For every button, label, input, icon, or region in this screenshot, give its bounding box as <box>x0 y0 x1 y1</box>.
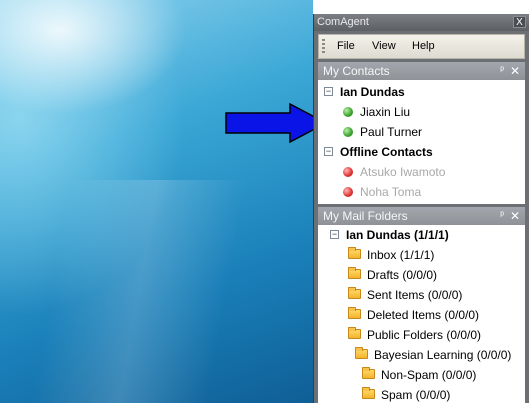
folder-label: Drafts (0/0/0) <box>367 268 438 282</box>
online-status-icon <box>343 127 353 137</box>
toolbar-grip[interactable] <box>322 39 325 54</box>
folder-label: Inbox (1/1/1) <box>367 248 435 262</box>
contact-name: Paul Turner <box>360 125 423 139</box>
menu-file[interactable]: File <box>337 40 355 52</box>
folder-label: Deleted Items (0/0/0) <box>367 308 480 322</box>
menu-bar: File View Help <box>318 34 525 59</box>
menu-view[interactable]: View <box>372 40 396 52</box>
close-mail-panel-icon[interactable]: ✕ <box>510 207 520 225</box>
collapse-icon[interactable]: − <box>324 147 333 156</box>
folder-label: Non-Spam (0/0/0) <box>381 368 477 382</box>
folder-icon <box>348 327 361 339</box>
online-status-icon <box>343 107 353 117</box>
contact-name: Atsuko Iwamoto <box>360 165 446 179</box>
folder-icon <box>348 267 361 279</box>
mail-account-root[interactable]: − Ian Dundas (1/1/1) <box>318 225 525 245</box>
contact-paul-turner[interactable]: Paul Turner <box>318 122 525 142</box>
account-name: Ian Dundas (1/1/1) <box>346 228 449 242</box>
contacts-panel-title: My Contacts <box>323 64 390 78</box>
collapse-icon[interactable]: − <box>324 87 333 96</box>
offline-status-icon <box>343 187 353 197</box>
mail-folders-panel: My Mail Folders ᵖ ✕ − Ian Dundas (1/1/1)… <box>318 207 525 403</box>
close-contacts-panel-icon[interactable]: ✕ <box>510 62 520 80</box>
window-title: ComAgent <box>317 16 369 28</box>
offline-status-icon <box>343 167 353 177</box>
contact-name: Noha Toma <box>360 185 422 199</box>
folder-icon <box>362 387 375 399</box>
contacts-panel-header: My Contacts ᵖ ✕ <box>318 62 525 80</box>
folder-bayesian-learning[interactable]: Bayesian Learning (0/0/0) <box>318 345 525 365</box>
collapse-icon[interactable]: − <box>330 230 339 239</box>
contact-atsuko-iwamoto[interactable]: Atsuko Iwamoto <box>318 162 525 182</box>
folder-public-folders[interactable]: Public Folders (0/0/0) <box>318 325 525 345</box>
folder-icon <box>348 307 361 319</box>
group-name: Ian Dundas <box>340 85 405 99</box>
mail-panel-header: My Mail Folders ᵖ ✕ <box>318 207 525 225</box>
menu-help[interactable]: Help <box>412 40 435 52</box>
folder-non-spam[interactable]: Non-Spam (0/0/0) <box>318 365 525 385</box>
contact-noha-toma[interactable]: Noha Toma <box>318 182 525 202</box>
folder-icon <box>362 367 375 379</box>
pin-icon[interactable]: ᵖ <box>500 62 504 80</box>
folder-label: Bayesian Learning (0/0/0) <box>374 348 512 362</box>
folder-label: Sent Items (0/0/0) <box>367 288 463 302</box>
desktop-wallpaper <box>0 0 313 403</box>
mail-panel-title: My Mail Folders <box>323 209 408 223</box>
title-bar[interactable]: ComAgent X <box>314 14 529 31</box>
folder-label: Public Folders (0/0/0) <box>367 328 482 342</box>
folder-deleted-items[interactable]: Deleted Items (0/0/0) <box>318 305 525 325</box>
folder-spam[interactable]: Spam (0/0/0) <box>318 385 525 405</box>
folder-icon <box>348 247 361 259</box>
contacts-panel: My Contacts ᵖ ✕ − Ian Dundas Jiaxin Liu … <box>318 62 525 204</box>
comagent-window: ComAgent X File View Help My Contacts ᵖ … <box>313 14 529 403</box>
folder-sent-items[interactable]: Sent Items (0/0/0) <box>318 285 525 305</box>
pin-icon[interactable]: ᵖ <box>500 207 504 225</box>
folder-icon <box>348 287 361 299</box>
folder-inbox[interactable]: Inbox (1/1/1) <box>318 245 525 265</box>
contact-name: Jiaxin Liu <box>360 105 411 119</box>
contact-group-ian-dundas[interactable]: − Ian Dundas <box>318 82 525 102</box>
contact-jiaxin-liu[interactable]: Jiaxin Liu <box>318 102 525 122</box>
close-window-button[interactable]: X <box>513 16 526 28</box>
group-name: Offline Contacts <box>340 145 433 159</box>
folder-drafts[interactable]: Drafts (0/0/0) <box>318 265 525 285</box>
contact-group-offline[interactable]: − Offline Contacts <box>318 142 525 162</box>
folder-icon <box>355 347 368 359</box>
folder-label: Spam (0/0/0) <box>381 388 451 402</box>
